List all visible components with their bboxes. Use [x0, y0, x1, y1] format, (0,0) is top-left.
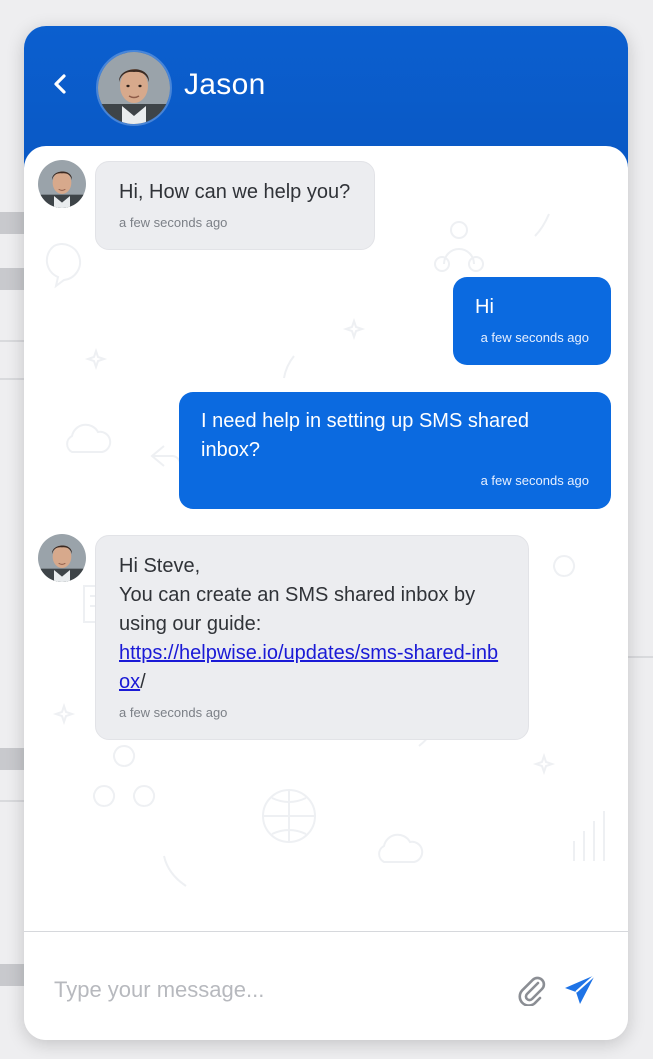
person-avatar-image: [38, 160, 86, 208]
message-timestamp: a few seconds ago: [119, 705, 228, 720]
message-text: Hi: [475, 296, 494, 318]
message-input[interactable]: [52, 972, 496, 1008]
send-icon: [565, 974, 596, 1004]
person-avatar-image: [38, 534, 86, 582]
message-text: I need help in setting up SMS shared inb…: [201, 410, 529, 461]
guide-link[interactable]: https://helpwise.io/updates/sms-shared-i…: [119, 642, 498, 693]
message-text-greeting: Hi Steve,: [119, 555, 201, 577]
message-bubble-outgoing[interactable]: Hi a few seconds ago: [453, 277, 611, 365]
message-bubble-outgoing[interactable]: I need help in setting up SMS shared inb…: [179, 392, 611, 509]
agent-avatar[interactable]: [38, 160, 86, 208]
message-bubble-incoming[interactable]: Hi Steve, You can create an SMS shared i…: [95, 535, 529, 740]
attach-button[interactable]: [516, 974, 546, 1007]
message-text-body: You can create an SMS shared inbox by us…: [119, 584, 476, 635]
paperclip-icon: [518, 976, 546, 1007]
message-link-line: https://helpwise.io/updates/sms-shared-i…: [119, 639, 505, 697]
background-divider: [628, 656, 653, 658]
message-timestamp: a few seconds ago: [119, 215, 228, 230]
message-bubble-incoming[interactable]: Hi, How can we help you? a few seconds a…: [95, 161, 375, 250]
chat-widget: Jason Hi, How can we help you? a few sec…: [24, 26, 628, 1040]
contact-avatar[interactable]: [96, 50, 172, 126]
back-button[interactable]: [46, 70, 74, 98]
send-button[interactable]: [562, 972, 598, 1008]
chevron-left-icon: [54, 74, 66, 94]
message-composer: [24, 931, 628, 1040]
message-text: Hi, How can we help you?: [119, 181, 351, 203]
message-timestamp: a few seconds ago: [480, 330, 589, 345]
agent-avatar[interactable]: [38, 534, 86, 582]
link-suffix: /: [140, 671, 146, 693]
message-list[interactable]: Hi, How can we help you? a few seconds a…: [24, 146, 628, 932]
person-avatar-image: [98, 52, 170, 124]
contact-name: Jason: [184, 68, 266, 101]
message-timestamp: a few seconds ago: [480, 473, 589, 488]
